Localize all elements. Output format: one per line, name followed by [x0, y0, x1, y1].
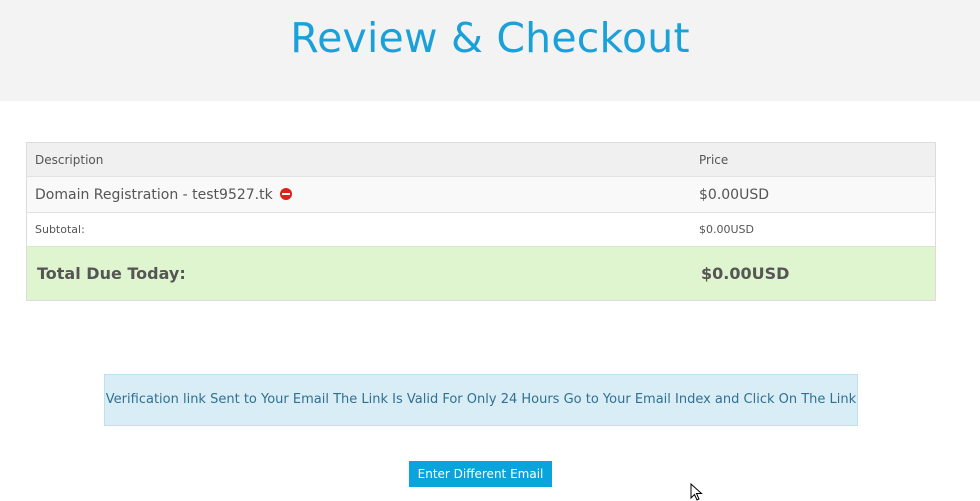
order-summary-table: Description Price Domain Registration - …	[26, 142, 936, 301]
item-description: Domain Registration - test9527.tk	[35, 186, 273, 203]
table-row: Domain Registration - test9527.tk $0.00U…	[26, 176, 936, 213]
column-header-price: Price	[691, 142, 936, 177]
subtotal-row: Subtotal: $0.00USD	[26, 212, 936, 247]
total-value: $0.00USD	[691, 246, 936, 301]
mouse-pointer-icon	[690, 483, 703, 501]
item-description-cell: Domain Registration - test9527.tk	[26, 176, 691, 213]
total-row: Total Due Today: $0.00USD	[26, 246, 936, 301]
enter-different-email-button[interactable]: Enter Different Email	[409, 461, 552, 487]
subtotal-label: Subtotal:	[26, 212, 691, 247]
subtotal-value: $0.00USD	[691, 212, 936, 247]
verification-alert: Verification link Sent to Your Email The…	[104, 374, 858, 426]
total-label: Total Due Today:	[26, 246, 691, 301]
table-header-row: Description Price	[26, 142, 936, 177]
page-title: Review & Checkout	[290, 14, 690, 62]
remove-circle-icon[interactable]	[280, 187, 293, 200]
column-header-description: Description	[26, 142, 691, 177]
page-header: Review & Checkout	[0, 0, 980, 101]
item-price: $0.00USD	[691, 176, 936, 213]
